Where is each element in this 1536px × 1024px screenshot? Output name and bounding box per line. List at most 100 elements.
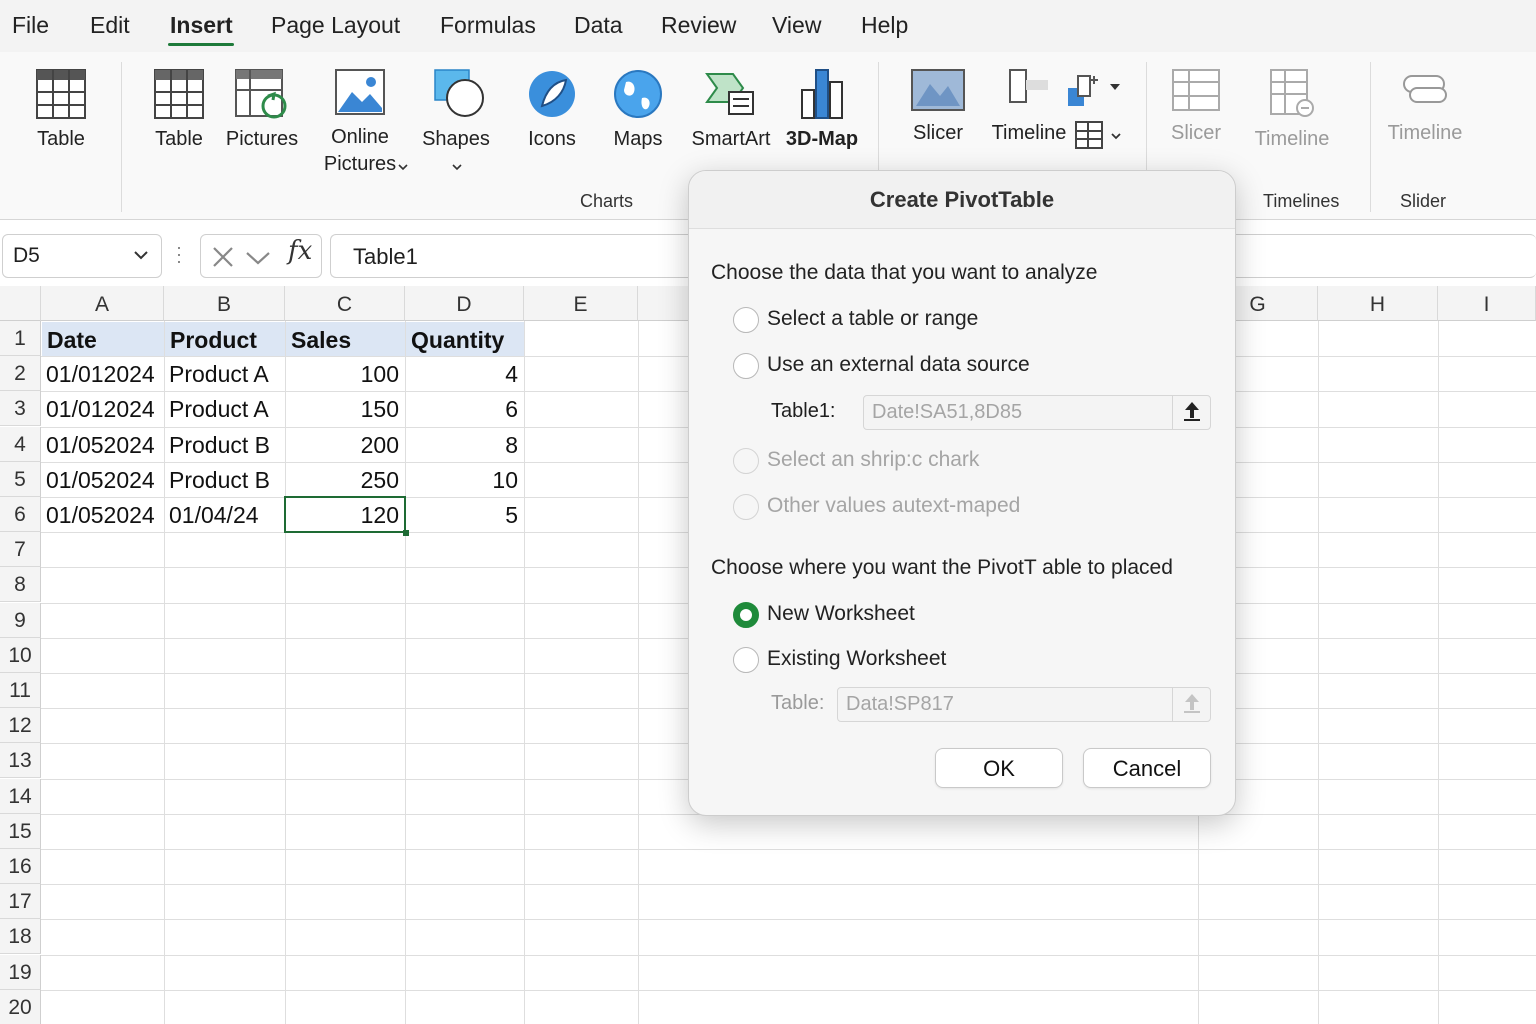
row-header-8[interactable]: 8: [0, 567, 41, 603]
row-header-19[interactable]: 19: [0, 954, 41, 990]
data-cell[interactable]: 100: [285, 356, 405, 391]
table-small-icon[interactable]: [1074, 120, 1130, 152]
data-cell[interactable]: 01/012024: [41, 391, 164, 426]
confirm-icon[interactable]: [245, 247, 271, 267]
row-header-1[interactable]: 1: [0, 321, 41, 356]
ok-button[interactable]: OK: [935, 748, 1063, 788]
data-cell[interactable]: 01/052024: [41, 462, 164, 497]
radio-label: New Worksheet: [767, 602, 915, 625]
radio-button[interactable]: [733, 647, 759, 673]
slicer-button[interactable]: Slicer: [902, 68, 974, 147]
header-cell[interactable]: Sales: [286, 322, 405, 357]
row-header-14[interactable]: 14: [0, 778, 41, 814]
data-cell[interactable]: 01/052024: [41, 427, 164, 462]
slicer-disabled-button[interactable]: Slicer: [1160, 68, 1232, 147]
column-header-d[interactable]: D: [405, 286, 524, 321]
data-cell[interactable]: 10: [405, 462, 524, 497]
menu-file[interactable]: File: [12, 12, 49, 39]
menu-view[interactable]: View: [772, 12, 821, 39]
select-all-corner[interactable]: [0, 286, 41, 321]
data-cell[interactable]: 01/052024: [41, 497, 164, 532]
header-cell[interactable]: Product: [165, 322, 285, 357]
row-header-2[interactable]: 2: [0, 356, 41, 392]
data-cell[interactable]: Product B: [164, 462, 285, 497]
timeline-disabled-button[interactable]: Timeline: [1250, 68, 1334, 153]
row-header-15[interactable]: 15: [0, 813, 41, 849]
radio-button: [733, 494, 759, 520]
menu-formulas[interactable]: Formulas: [440, 12, 536, 39]
row-header-10[interactable]: 10: [0, 637, 41, 673]
radio-button[interactable]: [733, 353, 759, 379]
row-header-3[interactable]: 3: [0, 391, 41, 427]
row-header-17[interactable]: 17: [0, 884, 41, 920]
data-cell[interactable]: Product A: [164, 356, 285, 391]
pictures-button[interactable]: Pictures: [222, 68, 302, 153]
data-cell[interactable]: 01/012024: [41, 356, 164, 391]
radio-button: [733, 448, 759, 474]
column-header-b[interactable]: B: [164, 286, 285, 321]
dialog-titlebar: Create PivotTable: [689, 171, 1235, 229]
table-location-input: Data!SP817: [837, 687, 1211, 722]
more-options-icon[interactable]: · · ·: [176, 238, 182, 270]
row-header-5[interactable]: 5: [0, 461, 41, 497]
row-header-13[interactable]: 13: [0, 743, 41, 779]
menu-review[interactable]: Review: [661, 12, 736, 39]
data-cell[interactable]: 01/04/24: [164, 497, 285, 532]
timeline-button[interactable]: Timeline: [986, 68, 1072, 147]
menu-insert[interactable]: Insert: [170, 12, 233, 39]
maps-button[interactable]: Maps: [602, 68, 674, 153]
collapse-dialog-icon[interactable]: [1172, 396, 1210, 429]
table-button[interactable]: Table: [140, 68, 218, 153]
menu-help[interactable]: Help: [861, 12, 908, 39]
column-header-h[interactable]: H: [1318, 286, 1438, 321]
data-cell[interactable]: 200: [285, 427, 405, 462]
radio-button[interactable]: [733, 307, 759, 333]
timeline-slider-button[interactable]: Timeline: [1382, 68, 1468, 147]
data-cell[interactable]: 5: [405, 497, 524, 532]
data-cell[interactable]: 6: [405, 391, 524, 426]
fill-handle[interactable]: [403, 530, 409, 537]
globe-icon: [614, 70, 662, 118]
data-cell[interactable]: 8: [405, 427, 524, 462]
table-large-button[interactable]: Table: [20, 68, 102, 153]
icons-button[interactable]: Icons: [516, 68, 588, 153]
table1-range-value: Date!SA51,8D85: [872, 401, 1023, 423]
row-header-16[interactable]: 16: [0, 849, 41, 884]
data-cell[interactable]: Product A: [164, 391, 285, 426]
smartart-button[interactable]: SmartArt: [686, 68, 776, 153]
data-cell[interactable]: 4: [405, 356, 524, 391]
3d-map-button[interactable]: 3D-Map: [780, 68, 864, 153]
insert-chart-icon[interactable]: [1066, 70, 1126, 110]
online-pictures-button[interactable]: Online Pictures: [312, 68, 408, 178]
row-header-11[interactable]: 11: [0, 673, 41, 708]
menu-edit[interactable]: Edit: [90, 12, 130, 39]
table-label: Table: [155, 128, 203, 150]
insert-function-icon[interactable]: fx: [288, 236, 312, 266]
menu-page-layout[interactable]: Page Layout: [271, 12, 400, 39]
data-cell[interactable]: Product B: [164, 427, 285, 462]
shapes-button[interactable]: Shapes: [416, 68, 496, 171]
row-header-20[interactable]: 20: [0, 989, 41, 1024]
row-header-18[interactable]: 18: [0, 919, 41, 955]
column-header-c[interactable]: C: [285, 286, 405, 321]
slicer-label: Slicer: [912, 122, 963, 144]
menu-data[interactable]: Data: [574, 12, 623, 39]
pivot-refresh-icon: [235, 69, 287, 119]
row-header-6[interactable]: 6: [0, 497, 41, 532]
row-header-4[interactable]: 4: [0, 426, 41, 462]
column-header-a[interactable]: A: [41, 286, 164, 321]
header-cell[interactable]: Quantity: [406, 322, 524, 357]
row-header-7[interactable]: 7: [0, 532, 41, 568]
cancel-icon[interactable]: [211, 245, 235, 269]
column-header-i[interactable]: I: [1438, 286, 1536, 321]
row-header-12[interactable]: 12: [0, 708, 41, 744]
name-box[interactable]: D5: [2, 234, 162, 278]
radio-button-checked[interactable]: [733, 602, 759, 628]
header-cell[interactable]: Date: [42, 322, 164, 357]
cancel-button[interactable]: Cancel: [1083, 748, 1211, 788]
data-cell[interactable]: 250: [285, 462, 405, 497]
table1-range-input[interactable]: Date!SA51,8D85: [863, 395, 1211, 430]
row-header-9[interactable]: 9: [0, 602, 41, 638]
column-header-e[interactable]: E: [524, 286, 638, 321]
data-cell[interactable]: 150: [285, 391, 405, 426]
